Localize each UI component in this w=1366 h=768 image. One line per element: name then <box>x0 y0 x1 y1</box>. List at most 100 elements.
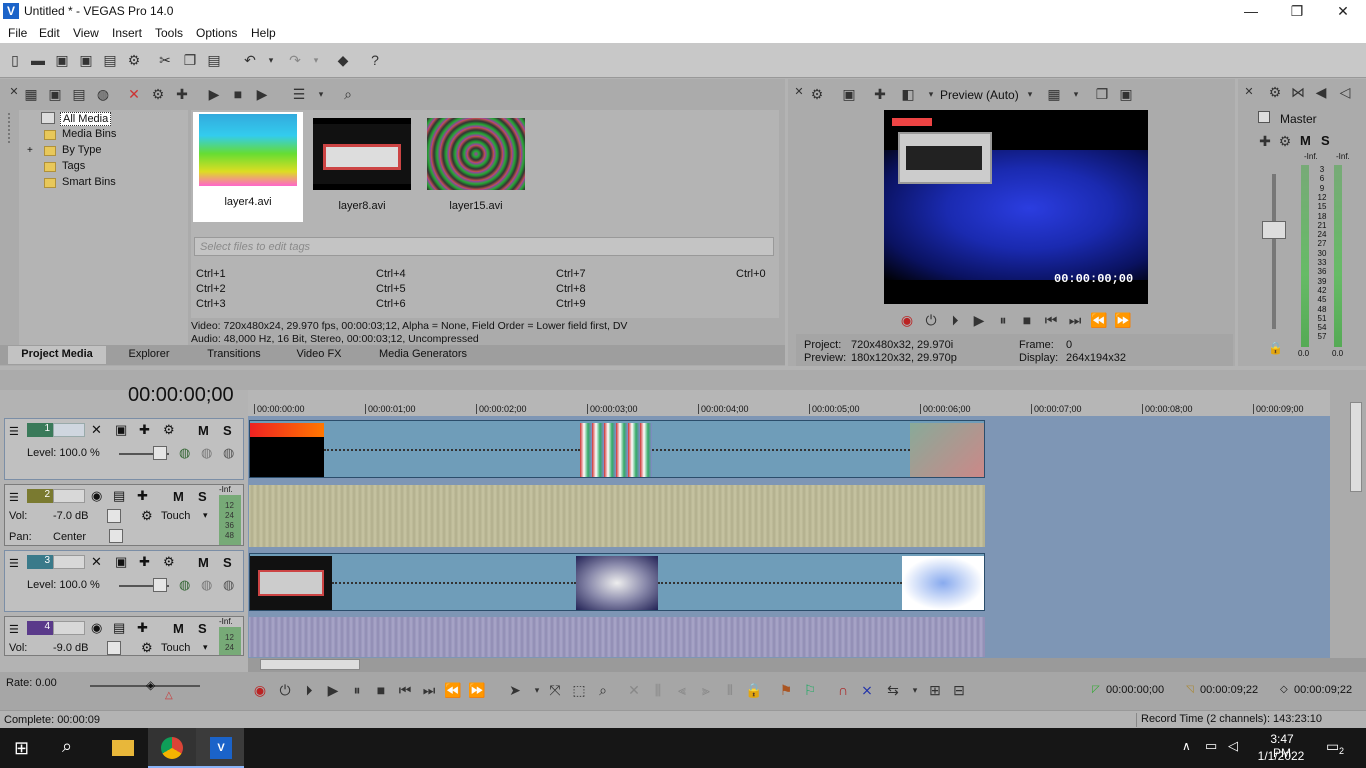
mute-button[interactable]: M <box>198 555 209 570</box>
properties-gear-icon[interactable]: ⚙ <box>125 51 143 69</box>
get-media-web-icon[interactable]: ▤ <box>70 85 88 103</box>
pane-grip[interactable] <box>8 113 11 143</box>
master-solo-button[interactable]: S <box>1321 133 1330 148</box>
automation-dropdown-icon[interactable]: ▾ <box>203 642 208 653</box>
tab-explorer[interactable]: Explorer <box>118 346 180 364</box>
views-icon[interactable]: ☰ <box>290 85 308 103</box>
arm-record-icon[interactable]: ◉ <box>91 488 102 504</box>
child-compositing-icon[interactable]: ◍ <box>223 445 234 461</box>
stop-icon[interactable]: ■ <box>372 681 390 699</box>
edit-tool-dropdown-icon[interactable]: ▾ <box>528 681 546 699</box>
track-name-field[interactable] <box>53 621 85 635</box>
undo-dropdown-icon[interactable]: ▾ <box>262 51 280 69</box>
master-mute-button[interactable]: M <box>1300 133 1311 148</box>
compositing-mode-icon[interactable]: ◍ <box>179 577 190 593</box>
record-icon[interactable]: ◉ <box>251 681 269 699</box>
remove-media-icon[interactable]: ✕ <box>125 85 143 103</box>
open-folder-icon[interactable]: ▬ <box>29 51 47 69</box>
go-to-start-icon[interactable]: ⏮ <box>396 681 414 699</box>
track-header-2[interactable]: ☰ 2 ◉ ▤ ✚ M S -Inf. 12 24 36 48 Vol: -7.… <box>4 484 244 546</box>
tree-item-all-media[interactable]: All Media <box>60 112 112 126</box>
selection-length-time[interactable]: 00:00:09;22 <box>1294 684 1352 696</box>
audio-event-track-4[interactable] <box>249 617 985 657</box>
envelope-tool-icon[interactable]: ⤧ <box>546 681 564 699</box>
speaker-icon[interactable]: ◀ <box>1312 83 1330 101</box>
globe-icon[interactable]: ◍ <box>94 85 112 103</box>
clock-date[interactable]: 1/1/2022 <box>1256 749 1306 763</box>
compositing-mode-icon[interactable]: ◍ <box>179 445 190 461</box>
search-icon[interactable]: ⌕ <box>62 736 72 757</box>
lock-envelopes-icon[interactable]: ⊞ <box>926 681 944 699</box>
paste-icon[interactable]: ▤ <box>205 51 223 69</box>
play-preview-icon[interactable]: ▶ <box>205 85 223 103</box>
selection-end-time[interactable]: 00:00:09;22 <box>1200 684 1258 696</box>
menu-view[interactable]: View <box>73 26 99 40</box>
import-media-icon[interactable]: ▦ <box>22 85 40 103</box>
solo-button[interactable]: S <box>198 621 207 636</box>
track-name-field[interactable] <box>53 489 85 503</box>
close-pane-icon[interactable]: ✕ <box>1240 83 1258 101</box>
track-header-3[interactable]: ☰ 3 ✕ ▣ ✚ ⚙ M S Level: 100.0 % ◍ ◍ ◍ <box>4 550 244 612</box>
solo-button[interactable]: S <box>223 423 232 438</box>
trim-start-icon[interactable]: ⫷ <box>673 681 691 699</box>
tab-video-fx[interactable]: Video FX <box>288 346 350 364</box>
volume-muted-icon[interactable]: ◁ <box>1228 738 1238 754</box>
automation-mode[interactable]: Touch <box>161 642 190 654</box>
tree-item-by-type[interactable]: By Type <box>62 144 102 156</box>
play-icon[interactable]: ▶ <box>970 311 988 329</box>
delete-icon[interactable]: ✕ <box>625 681 643 699</box>
copy-snapshot-icon[interactable]: ❐ <box>1093 85 1111 103</box>
automation-gear-icon[interactable]: ⚙ <box>141 508 153 524</box>
chrome-taskbar-button[interactable] <box>148 728 196 768</box>
arm-record-icon[interactable]: ◉ <box>91 620 102 636</box>
windows-start-icon[interactable]: ⊞ <box>14 738 29 759</box>
views-dropdown-icon[interactable]: ▾ <box>312 85 330 103</box>
master-fx-icon[interactable]: ✚ <box>1256 132 1274 150</box>
track-name-field[interactable] <box>53 555 85 569</box>
preview-quality-dropdown[interactable]: Preview (Auto) <box>940 88 1019 102</box>
save-snapshot-icon[interactable]: ▣ <box>1117 85 1135 103</box>
redo-dropdown-icon[interactable]: ▾ <box>307 51 325 69</box>
close-pane-icon[interactable]: ✕ <box>5 83 23 101</box>
go-to-end-icon[interactable]: ⏭ <box>420 681 438 699</box>
tree-item-smart-bins[interactable]: Smart Bins <box>62 176 116 188</box>
vegas-taskbar-button[interactable]: V <box>196 728 244 768</box>
mute-button[interactable]: M <box>198 423 209 438</box>
compositing-icon[interactable]: ✚ <box>139 554 150 570</box>
timeline-vertical-scroll[interactable] <box>1330 372 1366 672</box>
master-fader-handle[interactable] <box>1262 221 1286 239</box>
menu-help[interactable]: Help <box>251 26 276 40</box>
selection-tool-icon[interactable]: ⬚ <box>570 681 588 699</box>
track-header-4[interactable]: ☰ 4 ◉ ▤ ✚ M S -Inf. 12 24 Vol: -9.0 dB ⚙… <box>4 616 244 656</box>
tab-project-media[interactable]: Project Media <box>8 346 106 364</box>
menu-tools[interactable]: Tools <box>155 26 183 40</box>
invert-phase-icon[interactable]: ✚ <box>137 620 148 636</box>
record-icon[interactable]: ◉ <box>898 311 916 329</box>
media-properties-icon[interactable]: ⚙ <box>149 85 167 103</box>
expand-icon[interactable]: + <box>27 145 33 156</box>
copy-icon[interactable]: ❐ <box>181 51 199 69</box>
vol-slider[interactable] <box>107 509 121 523</box>
solo-button[interactable]: S <box>223 555 232 570</box>
lock-icon[interactable]: 🔒 <box>1268 341 1283 355</box>
automation-gear-icon[interactable]: ⚙ <box>141 640 153 656</box>
split-dropdown-icon[interactable]: ▾ <box>922 85 940 103</box>
auto-crossfade-icon[interactable]: ⨯ <box>858 681 876 699</box>
minimize-button[interactable]: — <box>1228 0 1274 23</box>
media-thumbnail[interactable]: layer4.avi <box>193 112 303 222</box>
split-screen-icon[interactable]: ◧ <box>899 85 917 103</box>
auto-preview-icon[interactable]: ▶ <box>253 85 271 103</box>
track-menu-icon[interactable]: ☰ <box>9 491 19 504</box>
mute-button[interactable]: M <box>173 489 184 504</box>
menu-options[interactable]: Options <box>196 26 237 40</box>
media-fx-icon[interactable]: ✚ <box>173 85 191 103</box>
render-icon[interactable]: ▤ <box>101 51 119 69</box>
invert-phase-icon[interactable]: ✚ <box>137 488 148 504</box>
next-frame-icon[interactable]: ⏩ <box>468 681 486 699</box>
track-motion-icon[interactable]: ✕ <box>91 554 102 570</box>
track-fx-icon[interactable]: ▤ <box>113 620 125 636</box>
overlays-dropdown-icon[interactable]: ▾ <box>1067 85 1085 103</box>
menu-file[interactable]: File <box>8 26 27 40</box>
trim-end-icon[interactable]: ⫸ <box>697 681 715 699</box>
compositing-icon[interactable]: ✚ <box>139 422 150 438</box>
